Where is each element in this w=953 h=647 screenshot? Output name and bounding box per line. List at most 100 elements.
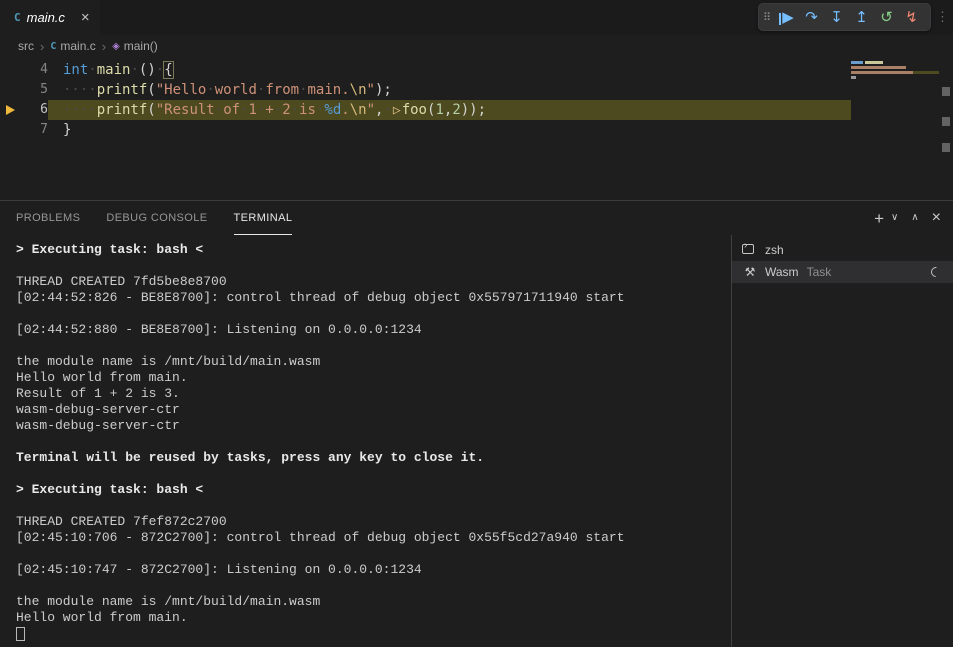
vscode-window: C main.c × ⠿ ▶↷↧↥↺↯ ⋮ src › Cmain.c › ◈main(… [0,0,953,647]
panel-tab-terminal[interactable]: TERMINAL [234,201,293,235]
line-content: int·main·()·{ [48,60,851,80]
code-line-6[interactable]: 6····printf("Result·of·1·+·2·is·%d.\n",·… [0,100,953,120]
code-token: . [341,102,349,118]
terminal-line: THREAD CREATED 7fef872c2700 [16,514,731,530]
code-token: \n [350,102,367,118]
inline-play-icon[interactable]: ▷ [393,103,401,118]
code-token: printf [97,82,148,98]
terminal-line [16,578,731,594]
terminal-list-item-wasm[interactable]: ⚒WasmTask [732,261,953,283]
drag-handle-icon[interactable]: ⠿ [763,11,771,24]
panel-tab-problems[interactable]: PROBLEMS [16,201,80,235]
breadcrumb-item-src[interactable]: src [18,39,34,53]
code-token: ···· [63,82,97,98]
terminal-icon [742,243,758,257]
bottom-panel: PROBLEMS DEBUG CONSOLE TERMINAL + ∨ ∧ × > Exe… [0,200,953,647]
code-line-7[interactable]: 7} [0,120,953,140]
debug-toolbar: ⠿ ▶↷↧↥↺↯ [758,3,931,31]
code-token: is [299,102,316,118]
more-actions-icon[interactable]: ⋮ [936,9,949,25]
code-token: 1 [248,102,256,118]
code-token: 1 [435,102,443,118]
breadcrumb-separator: › [102,39,106,54]
code-token: ); [375,82,392,98]
c-file-icon: C [50,41,56,52]
debug-toolbar-buttons: ▶↷↧↥↺↯ [774,8,924,26]
code-line-5[interactable]: 5····printf("Hello·world·from·main.\n"); [0,80,953,100]
code-token: ( [147,102,155,118]
code-token: } [63,122,71,138]
continue-button[interactable]: ▶ [774,8,799,26]
code-editor: 4int·main·()·{5····printf("Hello·world·f… [0,57,953,200]
overview-ruler[interactable] [939,57,953,200]
terminal-cursor [16,627,25,641]
panel-tabs: PROBLEMS DEBUG CONSOLE TERMINAL [16,201,318,235]
tab-close-icon[interactable]: × [81,10,90,25]
minimap[interactable] [851,61,939,81]
line-content: ····printf("Hello·world·from·main.\n"); [48,80,851,100]
terminal-line: [02:45:10:747 - 872C2700]: Listening on … [16,562,731,578]
breadcrumb-item-main[interactable]: ◈main() [112,39,158,53]
disconnect-button[interactable]: ↯ [899,8,924,26]
terminal-line: Hello world from main. [16,370,731,386]
terminal-name: Wasm [765,265,799,279]
breadcrumb-item-mainc[interactable]: Cmain.c [50,39,95,53]
terminal-line [16,306,731,322]
terminal-line [16,498,731,514]
glyph-margin[interactable] [0,80,20,100]
code-token: { [164,62,172,78]
line-number[interactable]: 7 [20,120,48,140]
code-token: of [223,102,240,118]
maximize-panel-icon[interactable]: ∧ [911,213,918,223]
glyph-margin[interactable] [0,100,20,120]
code-token: ( [147,82,155,98]
line-content: } [48,120,851,140]
glyph-margin[interactable] [0,60,20,80]
breadcrumb-label: main.c [60,39,95,53]
terminal-line: [02:44:52:880 - BE8E8700]: Listening on … [16,322,731,338]
new-terminal-icon[interactable]: + [874,210,884,227]
code-token: 2 [452,102,460,118]
restart-button[interactable]: ↺ [874,8,899,26]
panel-actions: + ∨ ∧ × [874,210,941,227]
tab-main-c[interactable]: C main.c × [0,0,100,35]
terminal-line: [02:44:52:826 - BE8E8700]: control threa… [16,290,731,306]
code-token: %d [324,102,341,118]
terminal-line: Result of 1 + 2 is 3. [16,386,731,402]
code-line-4[interactable]: 4int·main·()·{ [0,60,953,80]
step-out-button[interactable]: ↥ [849,8,874,26]
terminal-line: wasm-debug-server-ctr [16,402,731,418]
editor-tab-bar: C main.c × ⠿ ▶↷↧↥↺↯ ⋮ [0,0,953,35]
terminal-line: > Executing task: bash < [16,482,731,498]
code-token: "Result [156,102,215,118]
close-panel-icon[interactable]: × [932,210,941,226]
code-token: \n [350,82,367,98]
debug-current-line-icon [6,105,15,115]
step-over-button[interactable]: ↷ [799,8,824,26]
code-token: · [274,102,282,118]
terminal-dropdown-icon[interactable]: ∨ [891,213,898,223]
terminal-line: the module name is /mnt/build/main.wasm [16,354,731,370]
code-token: printf [97,102,148,118]
terminal-list-item-zsh[interactable]: zsh [732,239,953,261]
line-number[interactable]: 6 [20,100,48,120]
code-token: " [367,82,375,98]
step-into-button[interactable]: ↧ [824,8,849,26]
terminal-output[interactable]: > Executing task: bash < THREAD CREATED … [0,235,731,647]
breadcrumb-label: src [18,39,34,53]
terminal-line [16,546,731,562]
panel-body: > Executing task: bash < THREAD CREATED … [0,235,953,647]
line-number[interactable]: 5 [20,80,48,100]
breadcrumb: src › Cmain.c › ◈main() [0,35,953,57]
line-number[interactable]: 4 [20,60,48,80]
c-file-icon: C [14,11,21,24]
code-token: from [265,82,299,98]
code-token: · [130,62,138,78]
breadcrumb-separator: › [40,39,44,54]
code-token: · [215,102,223,118]
code-token: · [156,62,164,78]
panel-tab-debug-console[interactable]: DEBUG CONSOLE [106,201,207,235]
code-token: foo [402,102,427,118]
glyph-margin[interactable] [0,120,20,140]
terminal-line: > Executing task: bash < [16,242,731,258]
